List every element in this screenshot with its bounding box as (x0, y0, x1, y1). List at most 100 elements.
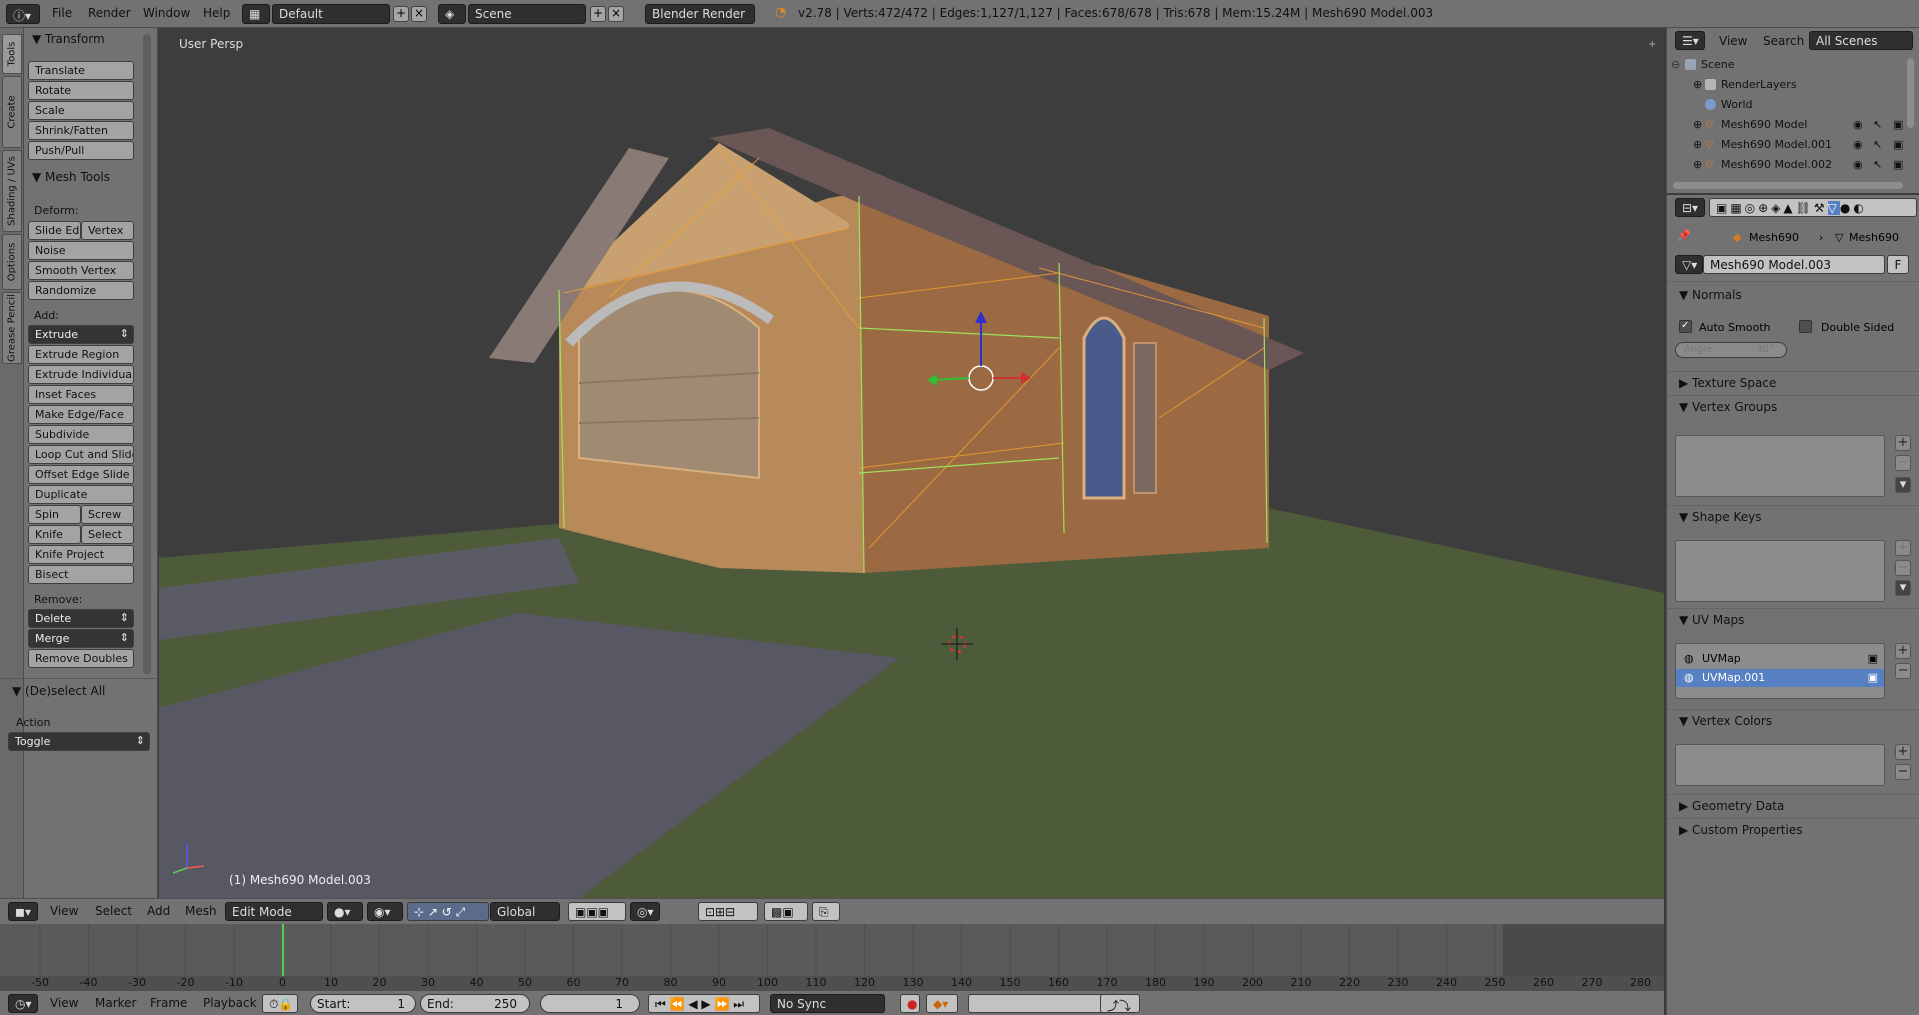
screw-button[interactable]: Screw (81, 505, 134, 524)
active-keying-set-field[interactable] (968, 994, 1118, 1013)
render-preview-buttons[interactable]: ▩▣ (764, 902, 808, 921)
spin-button[interactable]: Spin (28, 505, 81, 524)
panel-deselect-all-header[interactable]: ▼ (De)select All (12, 684, 105, 698)
merge-dropdown[interactable]: Merge ⇕ (28, 629, 134, 648)
shape-keys-list[interactable] (1675, 540, 1885, 602)
remove-uv-map-icon[interactable]: − (1895, 663, 1911, 679)
angle-field[interactable]: Angle: 30° (1675, 342, 1787, 358)
proportional-editing-selector[interactable]: ◎▾ (630, 902, 660, 921)
menu-timeline-view[interactable]: View (50, 996, 78, 1010)
playback-controls[interactable]: ⏮ ⏪ ◀ ▶ ⏩ ⏭ (648, 994, 760, 1013)
add-shape-key-icon[interactable]: + (1895, 540, 1911, 556)
add-region-icon[interactable]: + (1648, 40, 1658, 50)
outliner-row-mesh690-model-001[interactable]: ⊕ ▽ Mesh690 Model.001 ◉ ↖ ▣ (1667, 134, 1907, 154)
visibility-eye-icon[interactable]: ◉ (1853, 158, 1863, 171)
shape-key-specials-icon[interactable]: ▾ (1895, 580, 1911, 596)
remove-layout-icon[interactable]: × (411, 6, 427, 22)
render-engine-selector[interactable]: Blender Render (645, 4, 755, 24)
panel-vertex-groups-header[interactable]: ▼ Vertex Groups (1679, 400, 1777, 414)
add-vertex-color-icon[interactable]: + (1895, 744, 1911, 760)
panel-normals-header[interactable]: ▼ Normals (1679, 288, 1742, 302)
knife-project-button[interactable]: Knife Project (28, 545, 134, 564)
outliner-row-world[interactable]: World (1667, 94, 1907, 114)
add-vertex-group-icon[interactable]: + (1895, 435, 1911, 451)
outliner-row-scene[interactable]: ⊖ Scene (1667, 54, 1907, 74)
tab-create[interactable]: Create (2, 76, 22, 148)
menu-select[interactable]: Select (95, 904, 132, 918)
tab-grease-pencil[interactable]: Grease Pencil (2, 292, 22, 364)
remove-scene-icon[interactable]: × (608, 6, 624, 22)
expand-icon[interactable]: ⊕ (1693, 118, 1702, 131)
shrink-fatten-button[interactable]: Shrink/Fatten (28, 121, 134, 140)
remove-shape-key-icon[interactable]: − (1895, 560, 1911, 576)
mode-selector[interactable]: Edit Mode (225, 902, 323, 921)
layer-buttons[interactable]: ▣▣▣ (568, 902, 626, 921)
tab-options[interactable]: Options (2, 234, 22, 290)
remove-vertex-color-icon[interactable]: − (1895, 764, 1911, 780)
subdivide-button[interactable]: Subdivide (28, 425, 134, 444)
menu-window[interactable]: Window (143, 6, 190, 20)
current-frame-field[interactable]: 1 (540, 994, 640, 1013)
extrude-region-button[interactable]: Extrude Region (28, 345, 134, 364)
editor-type-3d-button[interactable]: ◼▾ (8, 902, 38, 921)
auto-smooth-checkbox[interactable]: ✓ (1679, 320, 1692, 333)
snap-toggle-icon[interactable]: ⎘ (812, 902, 840, 921)
vertex-groups-list[interactable] (1675, 435, 1885, 497)
pivot-point-selector[interactable]: ◉▾ (367, 902, 403, 921)
pin-icon[interactable]: 📌 (1677, 229, 1691, 242)
insert-keyframe-buttons[interactable]: ⤴⤵ (1100, 994, 1140, 1013)
timeline-area[interactable] (0, 924, 1664, 976)
remove-doubles-button[interactable]: Remove Doubles (28, 649, 134, 668)
menu-outliner-view[interactable]: View (1719, 34, 1747, 48)
uv-maps-list[interactable]: ◍ UVMap ▣ ◍ UVMap.001 ▣ (1675, 643, 1885, 699)
panel-geometry-data-header[interactable]: ▶ Geometry Data (1679, 799, 1784, 813)
extrude-dropdown[interactable]: Extrude ⇕ (28, 325, 134, 344)
push-pull-button[interactable]: Push/Pull (28, 141, 134, 160)
tab-shading-uvs[interactable]: Shading / UVs (2, 150, 22, 232)
expand-icon[interactable]: ⊕ (1693, 158, 1702, 171)
menu-playback[interactable]: Playback (203, 996, 257, 1010)
editor-type-timeline-button[interactable]: ◷▾ (8, 994, 38, 1013)
scene-icon-button[interactable]: ◈ (438, 4, 466, 24)
panel-vertex-colors-header[interactable]: ▼ Vertex Colors (1679, 714, 1772, 728)
outliner-h-scrollbar[interactable] (1673, 182, 1903, 189)
menu-view[interactable]: View (50, 904, 78, 918)
preview-range-buttons[interactable]: ⏱🔒 (262, 994, 298, 1013)
context-tabs[interactable]: ▣▦◎⊕◈▲⛓⚒▽●◐ (1709, 198, 1917, 217)
uv-map-item[interactable]: ◍ UVMap ▣ (1676, 650, 1884, 668)
loop-cut-slide-button[interactable]: Loop Cut and Slide (28, 445, 134, 464)
action-toggle-dropdown[interactable]: Toggle ⇕ (8, 732, 150, 751)
vertex-group-specials-icon[interactable]: ▾ (1895, 477, 1911, 493)
expand-icon[interactable]: ⊕ (1693, 78, 1702, 91)
toolshelf-scrollbar[interactable] (143, 34, 151, 674)
3d-viewport[interactable]: User Persp (1) Mesh690 Model.003 + (159, 28, 1664, 898)
scale-button[interactable]: Scale (28, 101, 134, 120)
viewport-shading-selector[interactable]: ●▾ (327, 902, 363, 921)
noise-button[interactable]: Noise (28, 241, 134, 260)
selectable-cursor-icon[interactable]: ↖ (1873, 158, 1882, 171)
expand-icon[interactable]: ⊕ (1693, 138, 1702, 151)
outliner-row-renderlayers[interactable]: ⊕ RenderLayers (1667, 74, 1907, 94)
inset-faces-button[interactable]: Inset Faces (28, 385, 134, 404)
menu-marker[interactable]: Marker (95, 996, 136, 1010)
panel-mesh-tools-header[interactable]: ▼ Mesh Tools (32, 170, 110, 184)
collapse-icon[interactable]: ⊖ (1671, 58, 1680, 71)
knife-select-button[interactable]: Select (81, 525, 134, 544)
panel-texture-space-header[interactable]: ▶ Texture Space (1679, 376, 1776, 390)
mesh-datablock-name[interactable]: Mesh690 Model.003 (1703, 255, 1885, 274)
selectable-cursor-icon[interactable]: ↖ (1873, 118, 1882, 131)
menu-add[interactable]: Add (147, 904, 170, 918)
smooth-vertex-button[interactable]: Smooth Vertex (28, 261, 134, 280)
add-scene-icon[interactable]: + (590, 6, 606, 22)
editor-type-properties-button[interactable]: ⊟▾ (1675, 198, 1705, 217)
end-frame-field[interactable]: End: 250 (420, 994, 530, 1013)
outliner-v-scrollbar[interactable] (1907, 58, 1914, 128)
extrude-individual-button[interactable]: Extrude Individual (28, 365, 134, 384)
sync-mode-selector[interactable]: No Sync (770, 994, 885, 1013)
duplicate-button[interactable]: Duplicate (28, 485, 134, 504)
menu-render[interactable]: Render (88, 6, 131, 20)
menu-frame[interactable]: Frame (150, 996, 187, 1010)
selectable-cursor-icon[interactable]: ↖ (1873, 138, 1882, 151)
visibility-eye-icon[interactable]: ◉ (1853, 118, 1863, 131)
render-camera-icon[interactable]: ▣ (1868, 671, 1878, 684)
